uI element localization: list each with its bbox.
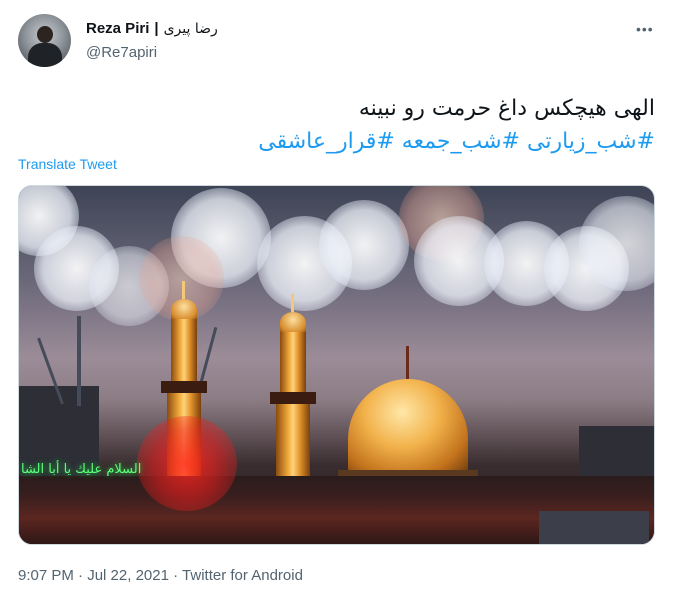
crane-silhouette [77, 316, 81, 406]
author-display-name-fa[interactable]: رضا پیری [164, 21, 218, 37]
tweet-hashtags[interactable]: #شب_زیارتی #شب_جمعه #قرار_عاشقی [25, 125, 655, 158]
minaret-left [171, 319, 197, 381]
tweet-body-text: الهی هیچکس داغ حرمت رو نبینه [358, 96, 655, 121]
tweet-time[interactable]: 9:07 PM [18, 567, 74, 584]
avatar-body-shape [28, 43, 62, 67]
avatar[interactable] [18, 14, 71, 67]
minaret-cap [280, 312, 306, 334]
tweet-date[interactable]: Jul 22, 2021 [87, 567, 169, 584]
avatar-head-shape [37, 26, 53, 43]
background-building [539, 511, 649, 544]
author-handle[interactable]: @Re7apiri [86, 44, 157, 61]
bokeh-light [319, 200, 409, 290]
dome-finial [406, 346, 409, 382]
more-horizontal-icon[interactable]: ••• [636, 21, 654, 37]
tweet-client[interactable]: Twitter for Android [182, 567, 303, 584]
meta-separator: · [78, 567, 84, 584]
minaret-cap [171, 299, 197, 321]
tweet-meta: 9:07 PM · Jul 22, 2021 · Twitter for And… [18, 567, 303, 584]
tweet-photo[interactable]: السلام عليك يا أبا الشا [18, 185, 655, 545]
golden-dome [348, 379, 468, 474]
minaret-right-lower [276, 404, 310, 484]
author-name-row[interactable]: Reza Piri | رضا پیری [86, 20, 218, 37]
minaret-balcony [270, 392, 316, 404]
author-display-name[interactable]: Reza Piri [86, 20, 149, 37]
green-neon-sign: السلام عليك يا أبا الشا [21, 462, 142, 477]
red-light-glow [137, 416, 237, 511]
tweet-text: الهی هیچکس داغ حرمت رو نبینه #شب_زیارتی … [25, 92, 655, 158]
meta-separator: · [173, 567, 179, 584]
translate-tweet-link[interactable]: Translate Tweet [18, 156, 117, 172]
author-name-separator: | [154, 20, 159, 37]
minaret-right [280, 332, 306, 392]
minaret-balcony [161, 381, 207, 393]
